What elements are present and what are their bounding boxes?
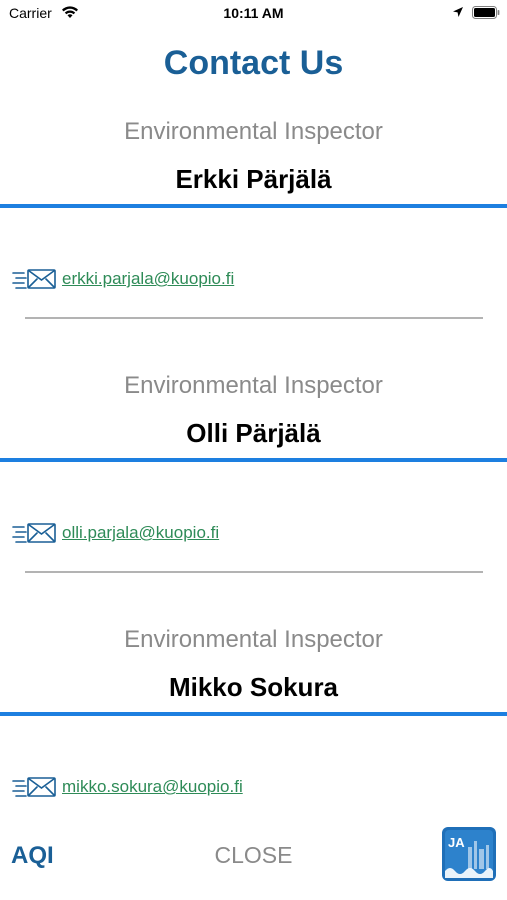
contact-divider-accent — [0, 458, 507, 462]
contact-name: Olli Pärjälä — [186, 418, 321, 448]
bottom-toolbar: AQI CLOSE JA — [0, 825, 507, 885]
location-arrow-icon — [452, 5, 464, 23]
contact-separator — [25, 571, 483, 573]
mail-icon[interactable] — [12, 267, 58, 291]
contact-role: Environmental Inspector — [124, 626, 383, 653]
email-link[interactable]: olli.parjala@kuopio.fi — [62, 523, 219, 543]
contact-role: Environmental Inspector — [124, 118, 383, 145]
email-row[interactable]: erkki.parjala@kuopio.fi — [12, 266, 234, 292]
contact-card: Environmental Inspector Erkki Pärjälä er… — [0, 118, 507, 328]
email-link[interactable]: mikko.sokura@kuopio.fi — [62, 777, 243, 797]
email-row[interactable]: mikko.sokura@kuopio.fi — [12, 774, 243, 800]
contact-name: Erkki Pärjälä — [175, 164, 332, 194]
mail-icon[interactable] — [12, 775, 58, 799]
status-bar: Carrier 10:11 AM — [0, 0, 507, 28]
contact-divider-accent — [0, 712, 507, 716]
contact-separator — [25, 317, 483, 319]
contact-divider-accent — [0, 204, 507, 208]
app-logo-text: JA — [448, 835, 465, 850]
email-link[interactable]: erkki.parjala@kuopio.fi — [62, 269, 234, 289]
contact-role: Environmental Inspector — [124, 372, 383, 399]
contact-card: Environmental Inspector Olli Pärjälä oll… — [0, 372, 507, 582]
close-button[interactable]: CLOSE — [0, 842, 507, 869]
status-time: 10:11 AM — [223, 5, 284, 21]
contact-card: Environmental Inspector Mikko Sokura mik… — [0, 626, 507, 816]
contact-name: Mikko Sokura — [168, 672, 339, 702]
page-title: Contact Us — [163, 44, 344, 82]
email-row[interactable]: olli.parjala@kuopio.fi — [12, 520, 219, 546]
mail-icon[interactable] — [12, 521, 58, 545]
battery-icon — [472, 6, 500, 24]
app-logo-icon[interactable]: JA — [442, 827, 496, 881]
